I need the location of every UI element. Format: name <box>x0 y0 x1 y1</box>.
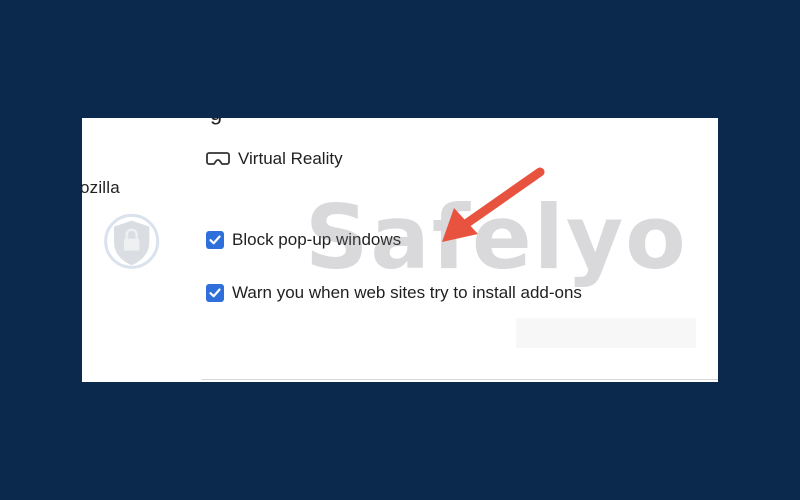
warn-addons-checkbox[interactable] <box>206 284 224 302</box>
sidebar-partial-label: lozilla <box>82 178 120 197</box>
faded-region <box>516 318 696 348</box>
divider <box>202 379 718 380</box>
checkmark-icon <box>209 288 221 298</box>
permission-virtual-reality[interactable]: Virtual Reality <box>206 149 343 169</box>
virtual-reality-label: Virtual Reality <box>238 149 343 168</box>
warn-addons-label: Warn you when web sites try to install a… <box>232 283 582 302</box>
vr-headset-icon <box>206 152 230 165</box>
warn-addons-option[interactable]: Warn you when web sites try to install a… <box>206 283 582 303</box>
block-popups-checkbox[interactable] <box>206 231 224 249</box>
block-popups-option[interactable]: Block pop-up windows <box>206 230 401 250</box>
red-arrow-icon <box>442 167 545 242</box>
checkmark-icon <box>209 235 221 245</box>
block-popups-label: Block pop-up windows <box>232 230 402 249</box>
settings-panel: ɡ lozilla Virtual Reality Block pop-up w… <box>82 118 718 382</box>
cropped-heading-glyph: ɡ <box>210 118 226 124</box>
